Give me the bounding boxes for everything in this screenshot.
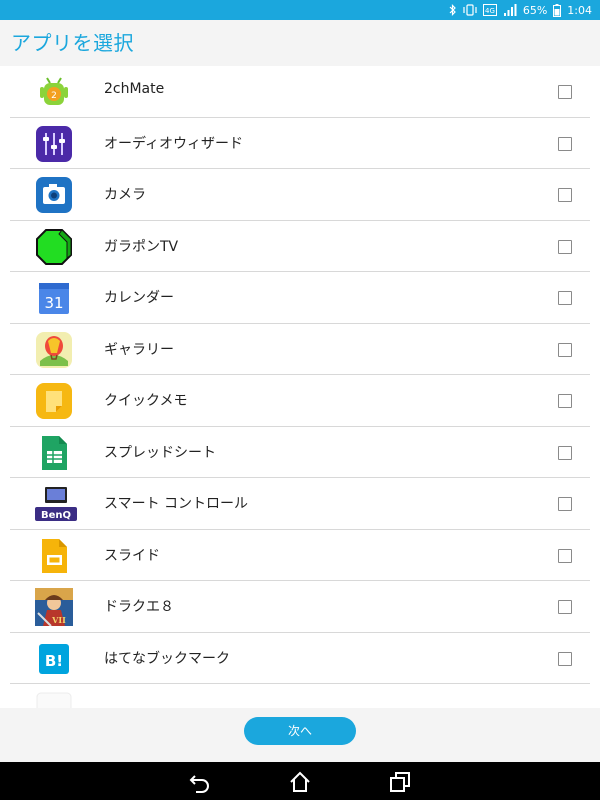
list-item-camera[interactable]: カメラ: [10, 169, 590, 221]
title-bar: アプリを選択: [0, 20, 600, 66]
hatena-bookmark-icon: B!: [35, 640, 73, 678]
app-checkbox[interactable]: [558, 651, 572, 666]
app-checkbox[interactable]: [558, 239, 572, 254]
status-bar: 4G 65% 1:04: [0, 0, 600, 20]
clock: 1:04: [567, 3, 592, 17]
app-label: スマート コントロール: [104, 496, 249, 512]
recent-apps-icon[interactable]: [389, 771, 411, 793]
battery-icon: [553, 3, 562, 17]
spreadsheet-icon: [35, 434, 73, 472]
list-item-partial[interactable]: [10, 684, 590, 708]
footer-bar: 次へ: [0, 708, 600, 762]
list-item-gallery[interactable]: ギャラリー: [10, 324, 590, 375]
garapon-tv-icon: [35, 228, 73, 266]
app-checkbox[interactable]: [558, 548, 572, 563]
audio-wizard-icon: [35, 125, 73, 163]
list-item-calendar[interactable]: 31 カレンダー: [10, 272, 590, 324]
list-item-2chmate[interactable]: 2 2chMate: [10, 66, 590, 118]
calendar-date: 31: [44, 294, 63, 312]
app-checkbox[interactable]: [558, 136, 572, 151]
app-label: カレンダー: [104, 290, 174, 306]
app-checkbox[interactable]: [558, 342, 572, 357]
network-4g-icon: 4G: [482, 4, 497, 16]
app-checkbox[interactable]: [558, 497, 572, 511]
camera-icon: [35, 176, 73, 214]
list-item-slides[interactable]: スライド: [10, 530, 590, 581]
vibrate-icon: [463, 4, 477, 16]
app-checkbox[interactable]: [558, 445, 572, 460]
bluetooth-icon: [449, 4, 457, 16]
benq-logo-text: BenQ: [41, 510, 71, 521]
app-list[interactable]: 2 2chMate オーディオウィザード カメラ ガラポンTV 31 カレンダー…: [10, 66, 590, 708]
hatena-logo-text: B!: [45, 652, 63, 670]
app-label: ドラクエ８: [104, 599, 174, 615]
signal-icon: [503, 4, 517, 16]
calendar-icon: 31: [35, 279, 73, 317]
app-label: スプレッドシート: [104, 444, 216, 461]
smart-control-icon: BenQ: [35, 485, 77, 523]
app-label: カメラ: [104, 187, 146, 203]
dragon-quest-icon: VII: [35, 588, 73, 627]
app-checkbox[interactable]: [558, 600, 572, 614]
app-checkbox[interactable]: [558, 188, 572, 202]
battery-percentage: 65%: [522, 3, 548, 17]
app-label: はてなブックマーク: [104, 650, 230, 667]
app-label: ガラポンTV: [104, 238, 179, 255]
app-label: スライド: [104, 547, 160, 564]
app-checkbox[interactable]: [558, 394, 572, 408]
app-label: 2chMate: [104, 81, 165, 97]
list-item-smart-control[interactable]: BenQ スマート コントロール: [10, 478, 590, 530]
list-item-spreadsheet[interactable]: スプレッドシート: [10, 427, 590, 478]
svg-text:2: 2: [51, 91, 57, 101]
app-checkbox[interactable]: [558, 291, 572, 305]
home-icon[interactable]: [289, 771, 311, 793]
app-label: オーディオウィザード: [104, 135, 244, 152]
network-label: 4G: [485, 7, 495, 15]
slides-icon: [35, 537, 73, 575]
list-item-audio-wizard[interactable]: オーディオウィザード: [10, 118, 590, 169]
back-icon[interactable]: [189, 771, 211, 793]
quick-memo-icon: [35, 382, 73, 420]
app-checkbox[interactable]: [558, 85, 572, 99]
list-item-garapon-tv[interactable]: ガラポンTV: [10, 221, 590, 272]
partial-app-icon: [35, 691, 73, 708]
list-item-hatena-bookmark[interactable]: B! はてなブックマーク: [10, 633, 590, 684]
dq-numeral: VII: [51, 615, 66, 625]
gallery-icon: [35, 331, 73, 369]
app-label: クイックメモ: [104, 393, 188, 409]
navigation-bar: [0, 762, 600, 800]
list-item-quick-memo[interactable]: クイックメモ: [10, 375, 590, 427]
next-button[interactable]: 次へ: [244, 717, 356, 745]
app-label: ギャラリー: [104, 341, 174, 358]
page-title: アプリを選択: [11, 31, 134, 55]
list-item-dragon-quest[interactable]: VII ドラクエ８: [10, 581, 590, 633]
2chmate-icon: 2: [35, 73, 73, 111]
